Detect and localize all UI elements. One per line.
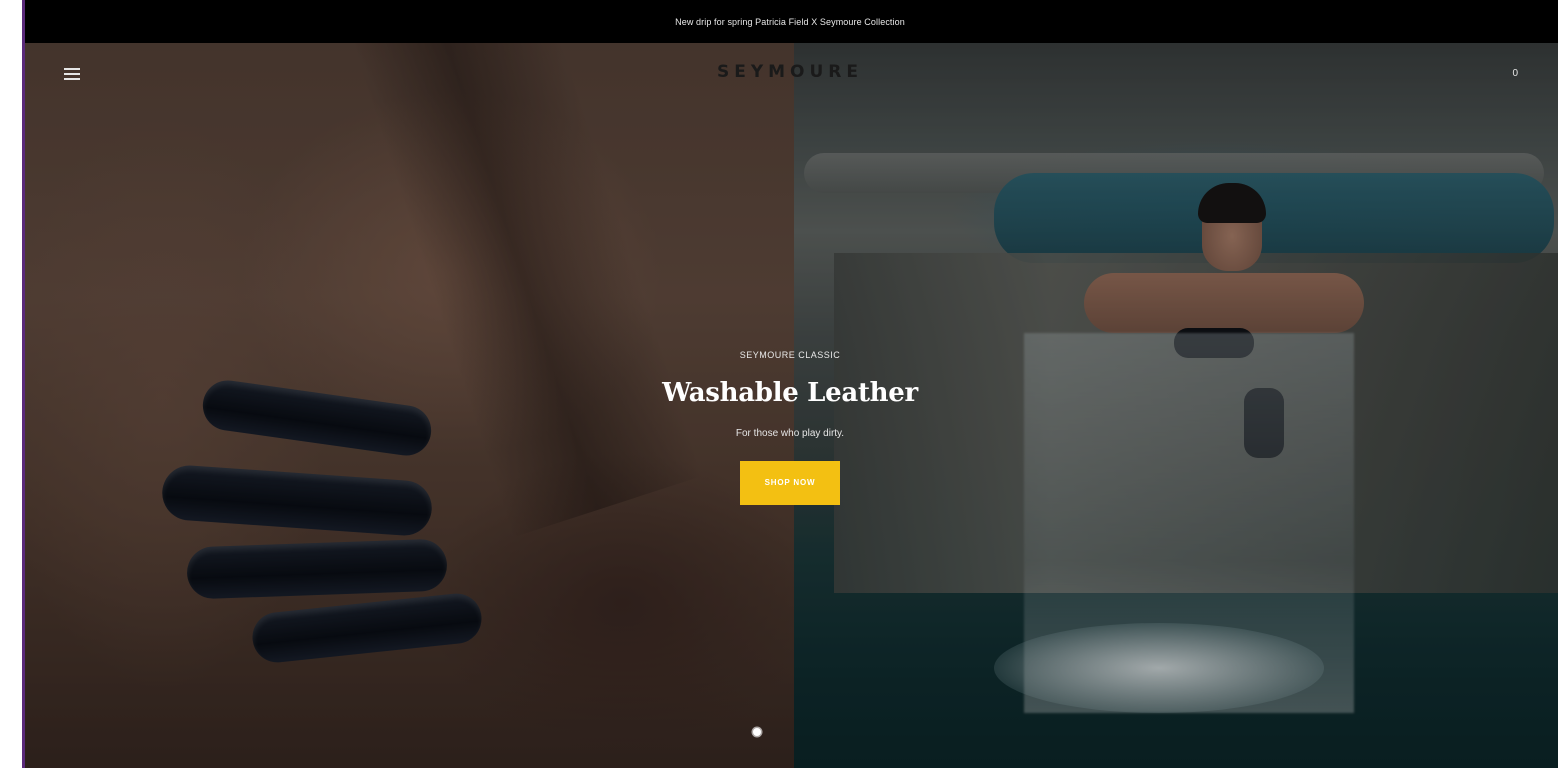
announcement-bar: New drip for spring Patricia Field X Sey…: [22, 0, 1558, 43]
hero-title: Washable Leather: [662, 378, 918, 408]
announcement-text[interactable]: New drip for spring Patricia Field X Sey…: [675, 17, 905, 27]
page: New drip for spring Patricia Field X Sey…: [22, 0, 1558, 768]
hero-content: SEYMOURE CLASSIC Washable Leather For th…: [22, 350, 1558, 505]
page-edge: [22, 0, 25, 768]
hero-eyebrow: SEYMOURE CLASSIC: [739, 350, 841, 360]
site-header: SEYMOURE 0: [22, 43, 1558, 107]
site-logo[interactable]: SEYMOURE: [22, 62, 1558, 82]
cart-count[interactable]: 0: [1512, 68, 1518, 79]
hero-subtitle: For those who play dirty.: [735, 428, 845, 439]
slide-dot-icon[interactable]: [753, 728, 761, 736]
shop-now-button[interactable]: SHOP NOW: [740, 461, 840, 505]
